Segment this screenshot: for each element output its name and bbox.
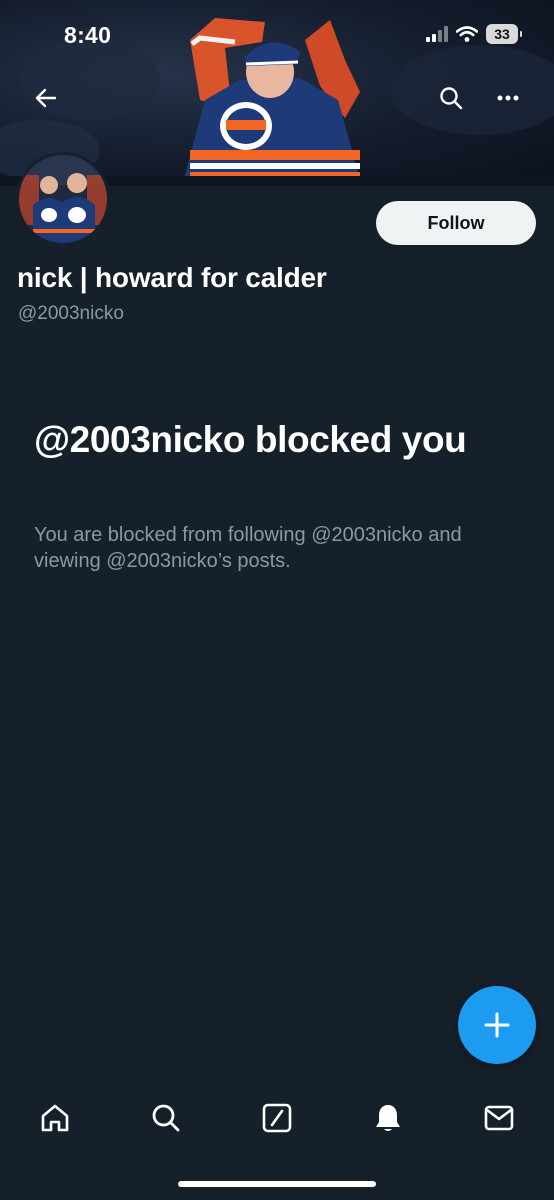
tab-notifications[interactable] bbox=[366, 1096, 410, 1140]
home-icon bbox=[41, 1104, 69, 1132]
avatar-image bbox=[19, 155, 107, 243]
compose-post-button[interactable] bbox=[458, 986, 536, 1064]
profile-handle: @2003nicko bbox=[18, 303, 124, 324]
tab-search[interactable] bbox=[144, 1096, 188, 1140]
back-arrow-icon bbox=[35, 88, 57, 108]
display-name: nick | howard for calder bbox=[17, 262, 327, 293]
blocked-title: @2003nicko blocked you bbox=[34, 419, 467, 460]
status-bar: 8:40 33 bbox=[0, 0, 554, 74]
search-icon bbox=[440, 87, 463, 110]
battery-icon: 33 bbox=[486, 24, 522, 44]
tab-messages[interactable] bbox=[477, 1096, 521, 1140]
battery-level: 33 bbox=[494, 26, 510, 42]
plus-icon bbox=[484, 1012, 510, 1038]
signal-icon bbox=[426, 26, 448, 42]
grok-icon bbox=[262, 1103, 292, 1133]
messages-icon bbox=[484, 1105, 514, 1131]
blocked-description: You are blocked from following @2003nick… bbox=[34, 524, 462, 572]
wifi-icon bbox=[456, 26, 478, 42]
status-time: 8:40 bbox=[64, 22, 112, 48]
avatar[interactable] bbox=[16, 152, 110, 246]
tab-grok[interactable] bbox=[255, 1096, 299, 1140]
tab-home[interactable] bbox=[33, 1096, 77, 1140]
more-icon bbox=[497, 95, 519, 101]
status-icons: 33 bbox=[426, 24, 522, 44]
back-button[interactable] bbox=[26, 78, 66, 118]
home-indicator[interactable] bbox=[178, 1181, 376, 1187]
more-button[interactable] bbox=[488, 78, 528, 118]
bottom-tab-bar bbox=[0, 1082, 554, 1152]
search-icon bbox=[152, 1104, 180, 1132]
search-button[interactable] bbox=[431, 78, 471, 118]
follow-button[interactable]: Follow bbox=[376, 201, 536, 245]
notifications-icon bbox=[376, 1105, 400, 1131]
